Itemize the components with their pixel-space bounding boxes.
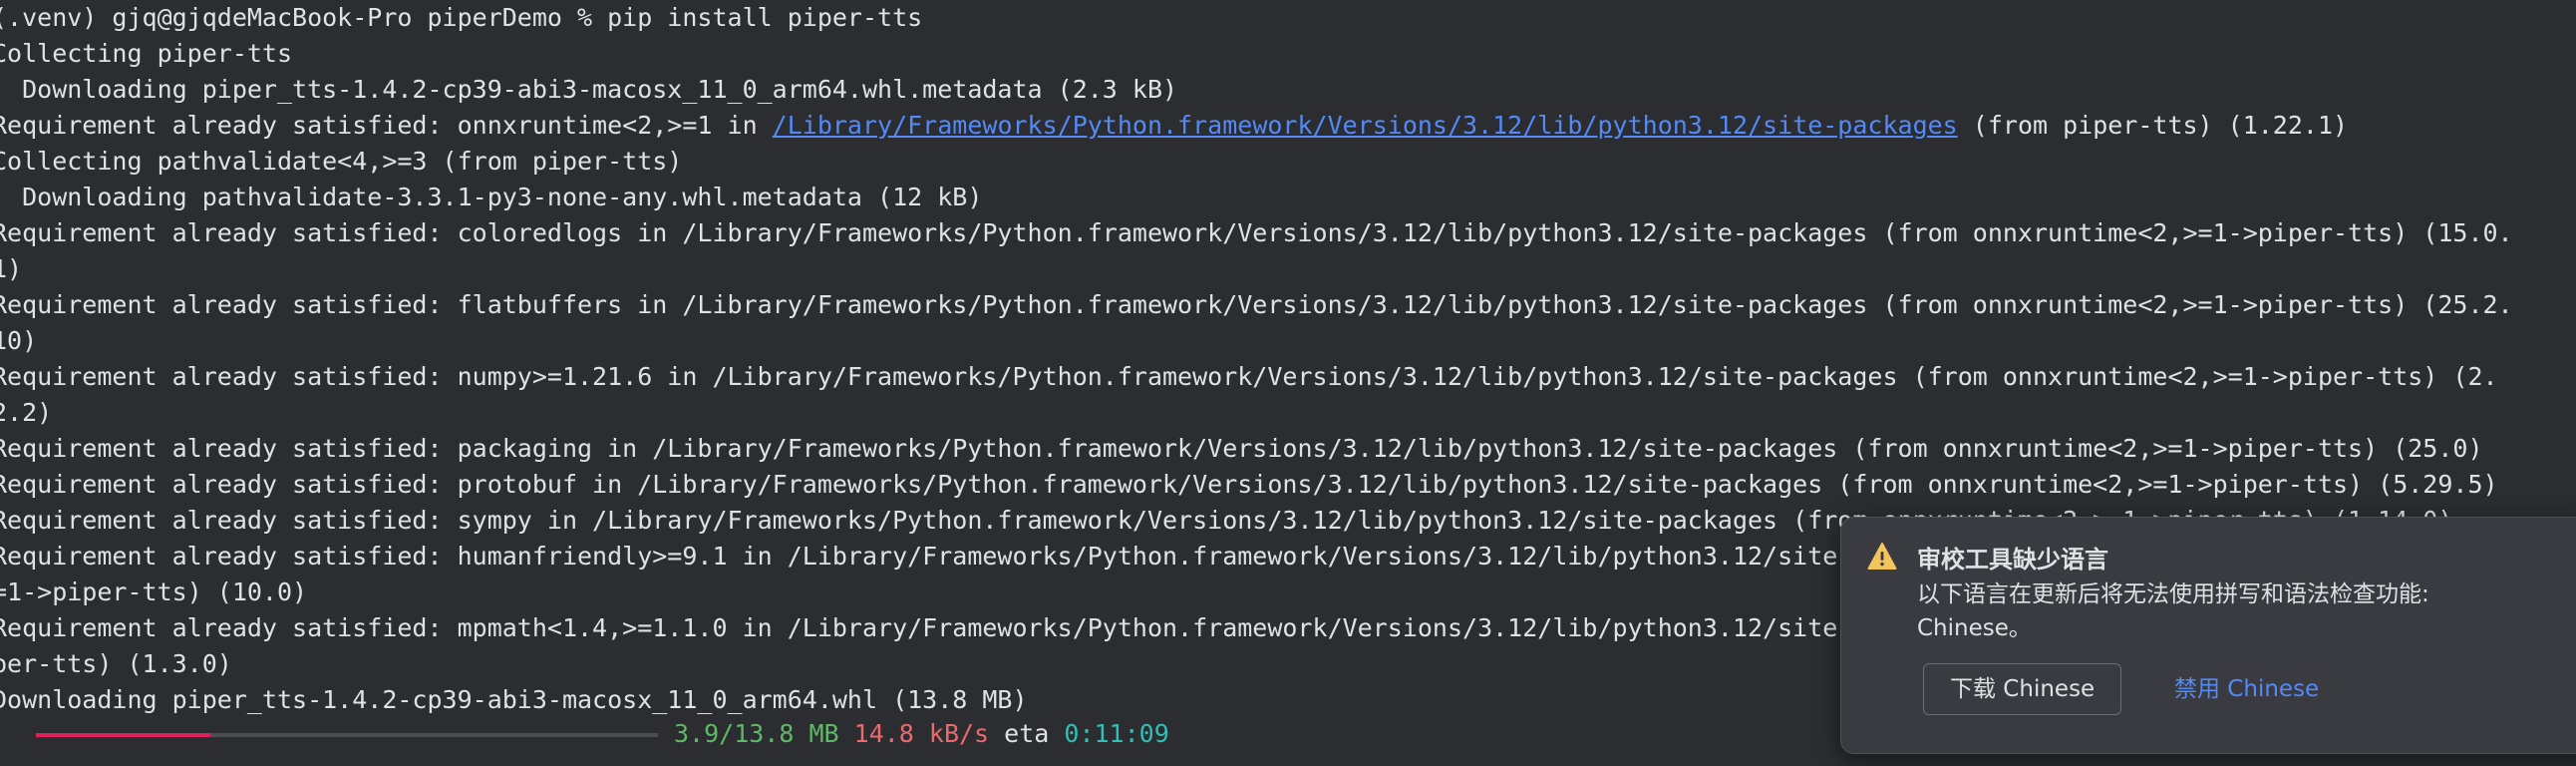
terminal-line: per-tts) (1.3.0) — [0, 649, 232, 678]
terminal-line: 1) — [0, 254, 23, 283]
progress-speed: 14.8 kB/s — [853, 719, 990, 748]
terminal-line: Downloading piper_tts-1.4.2-cp39-abi3-ma… — [0, 75, 1178, 104]
terminal-line: Requirement already satisfied: numpy>=1.… — [0, 362, 2498, 391]
terminal-text: (from piper-tts) (1.22.1) — [1957, 111, 2349, 140]
download-chinese-button[interactable]: 下载 Chinese — [1923, 663, 2122, 715]
progress-bar-fill — [36, 733, 210, 737]
missing-language-notification: 审校工具缺少语言 以下语言在更新后将无法使用拼写和语法检查功能: Chinese… — [1840, 517, 2576, 754]
notification-body: 以下语言在更新后将无法使用拼写和语法检查功能: Chinese。 — [1917, 577, 2575, 645]
progress-eta: 0:11:09 — [1064, 719, 1169, 748]
notification-title: 审校工具缺少语言 — [1917, 546, 2108, 574]
notification-body-line: 以下语言在更新后将无法使用拼写和语法检查功能: — [1917, 581, 2429, 607]
terminal-text: Requirement already satisfied: onnxrunti… — [0, 111, 773, 140]
site-packages-path-link[interactable]: /Library/Frameworks/Python.framework/Ver… — [773, 111, 1958, 140]
terminal-line: Downloading pathvalidate-3.3.1-py3-none-… — [0, 183, 983, 211]
terminal-line: 10) — [0, 326, 38, 355]
terminal-line: Requirement already satisfied: protobuf … — [0, 470, 2498, 499]
disable-chinese-link[interactable]: 禁用 Chinese — [2174, 663, 2319, 715]
terminal-line: Downloading piper_tts-1.4.2-cp39-abi3-ma… — [0, 685, 1028, 714]
warning-icon — [1867, 543, 1897, 570]
terminal-line: Requirement already satisfied: coloredlo… — [0, 218, 2513, 247]
progress-eta-label: eta — [1004, 719, 1050, 748]
terminal-line: Requirement already satisfied: flatbuffe… — [0, 290, 2513, 319]
terminal-line: Requirement already satisfied: packaging… — [0, 434, 2483, 463]
terminal-line: (.venv) gjq@gjqdeMacBook-Pro piperDemo %… — [0, 3, 923, 32]
progress-bar-track — [36, 733, 658, 737]
terminal-line: Requirement already satisfied: onnxrunti… — [0, 108, 2348, 144]
terminal-line: Collecting pathvalidate<4,>=3 (from pipe… — [0, 147, 683, 176]
terminal-line: Collecting piper-tts — [0, 39, 293, 68]
terminal-line: 2.2) — [0, 398, 53, 427]
notification-body-line: Chinese。 — [1917, 615, 2032, 641]
progress-size: 3.9/13.8 MB — [674, 719, 839, 748]
progress-stats: 3.9/13.8 MB 14.8 kB/s eta 0:11:09 — [674, 716, 1169, 752]
terminal-line: =1->piper-tts) (10.0) — [0, 577, 308, 606]
